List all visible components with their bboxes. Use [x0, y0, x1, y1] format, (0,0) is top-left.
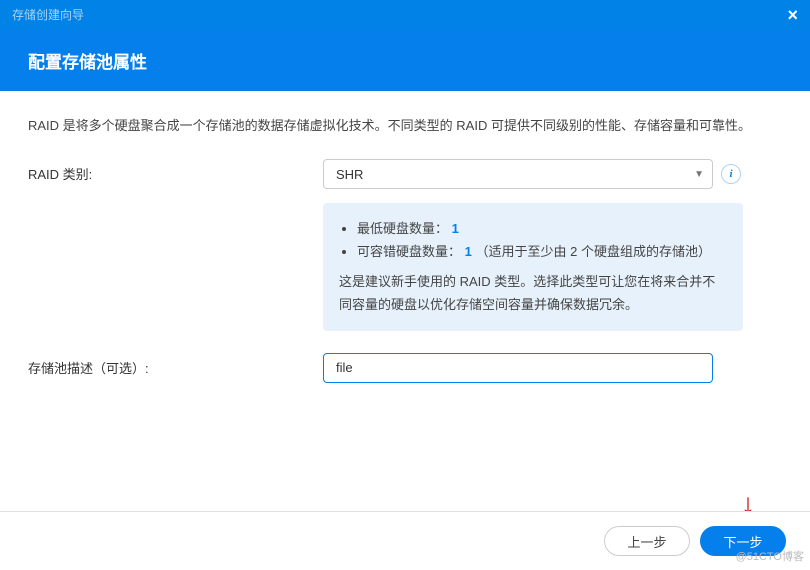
close-icon[interactable]: × — [787, 0, 798, 30]
description-input[interactable] — [323, 353, 713, 383]
raid-type-select[interactable]: SHR ▼ — [323, 159, 713, 189]
content-area: RAID 是将多个硬盘聚合成一个存储池的数据存储虚拟化技术。不同类型的 RAID… — [0, 91, 810, 421]
titlebar: 存储创建向导 × — [0, 0, 810, 30]
fault-tolerance-item: 可容错硬盘数量： 1 （适用于至少由 2 个硬盘组成的存储池） — [357, 240, 727, 263]
intro-text: RAID 是将多个硬盘聚合成一个存储池的数据存储虚拟化技术。不同类型的 RAID… — [28, 115, 782, 137]
raid-type-row: RAID 类别: SHR ▼ i — [28, 159, 782, 189]
chevron-down-icon: ▼ — [694, 169, 704, 180]
min-disk-value: 1 — [452, 221, 459, 236]
min-disk-label: 最低硬盘数量： — [357, 221, 448, 236]
min-disk-item: 最低硬盘数量： 1 — [357, 217, 727, 240]
description-control — [323, 353, 782, 383]
wizard-title: 存储创建向导 — [12, 0, 84, 30]
description-row: 存储池描述（可选）: — [28, 353, 782, 383]
next-button[interactable]: 下一步 — [700, 526, 786, 556]
raid-info-panel: 最低硬盘数量： 1 可容错硬盘数量： 1 （适用于至少由 2 个硬盘组成的存储池… — [323, 203, 743, 331]
fault-tol-suffix: （适用于至少由 2 个硬盘组成的存储池） — [476, 244, 711, 259]
page-header: 配置存储池属性 — [0, 30, 810, 91]
raid-type-value: SHR — [336, 167, 363, 182]
description-label: 存储池描述（可选）: — [28, 353, 323, 377]
fault-tol-label: 可容错硬盘数量： — [357, 244, 461, 259]
fault-tol-value: 1 — [465, 244, 472, 259]
raid-type-label: RAID 类别: — [28, 159, 323, 183]
info-icon[interactable]: i — [721, 164, 741, 184]
raid-description: 这是建议新手使用的 RAID 类型。选择此类型可让您在将来合并不同容量的硬盘以优… — [339, 270, 727, 317]
page-title: 配置存储池属性 — [28, 53, 147, 72]
raid-type-control: SHR ▼ i — [323, 159, 782, 189]
prev-button[interactable]: 上一步 — [604, 526, 690, 556]
footer: 上一步 下一步 — [0, 511, 810, 570]
